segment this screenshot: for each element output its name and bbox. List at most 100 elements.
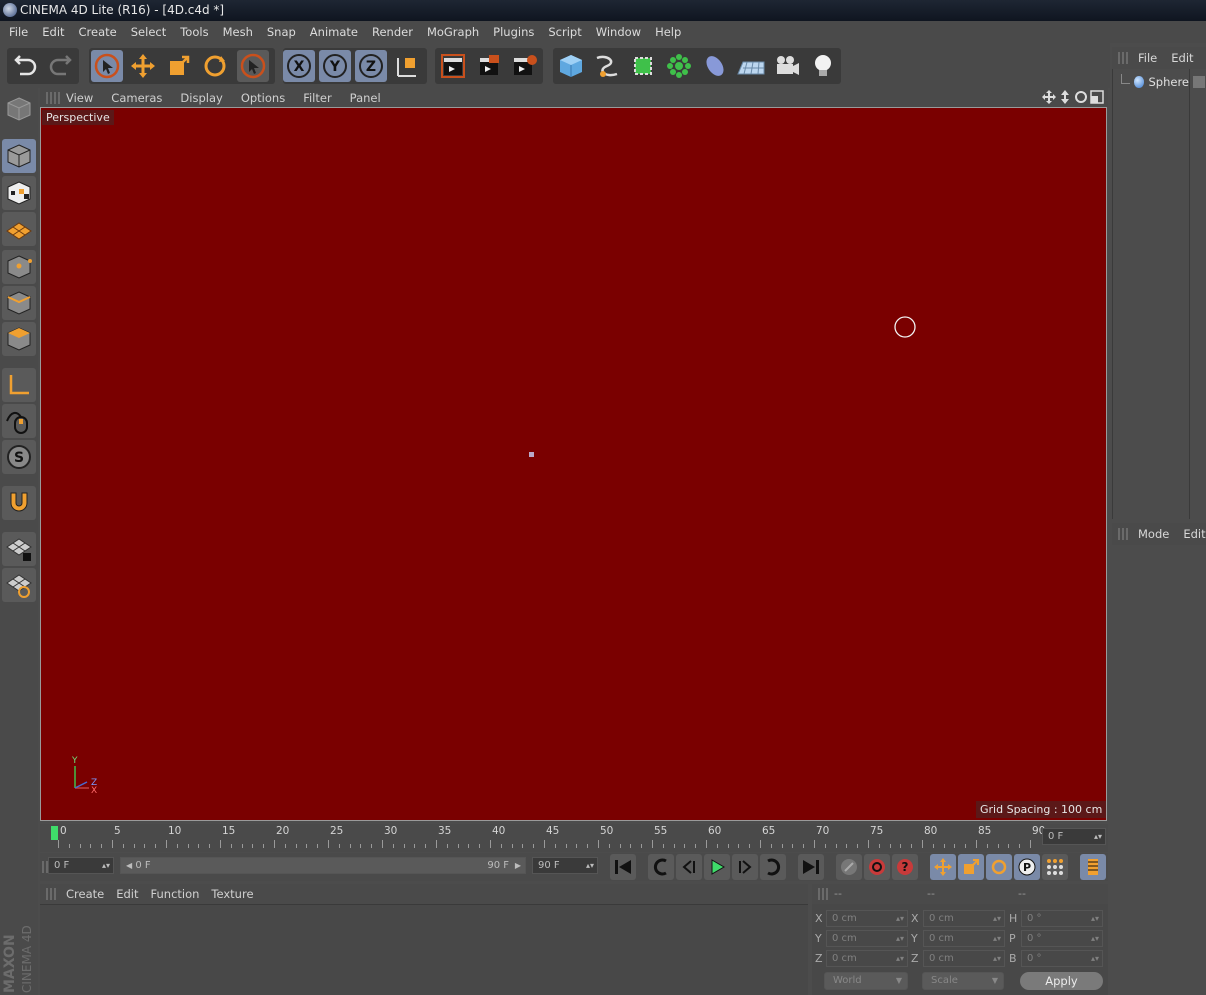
- menu-script[interactable]: Script: [548, 25, 588, 39]
- next-frame-button[interactable]: [732, 854, 758, 880]
- polygons-mode-button[interactable]: [2, 322, 36, 356]
- menu-render[interactable]: Render: [372, 25, 420, 39]
- snapping-button[interactable]: S: [2, 440, 36, 474]
- rotation-b-field[interactable]: 0 ° ▴▾: [1021, 950, 1103, 967]
- key-position-button[interactable]: [930, 854, 956, 880]
- subdivision-surface-button[interactable]: [627, 50, 659, 82]
- rotation-p-field[interactable]: 0 ° ▴▾: [1021, 930, 1103, 947]
- render-view-button[interactable]: [437, 50, 469, 82]
- rotate-tool-button[interactable]: [199, 50, 231, 82]
- viewport-menu-cameras[interactable]: Cameras: [111, 91, 162, 105]
- panel-grip[interactable]: [46, 91, 60, 104]
- coordinate-space-dropdown[interactable]: World ▼: [824, 972, 908, 990]
- current-frame-field[interactable]: 0 F ▴▾: [1042, 828, 1106, 845]
- object-menu-file[interactable]: File: [1138, 51, 1157, 65]
- menu-mesh[interactable]: Mesh: [223, 25, 260, 39]
- magnet-button[interactable]: [2, 486, 36, 520]
- planar-workplane-button[interactable]: [2, 568, 36, 602]
- cube-object-button[interactable]: [555, 50, 587, 82]
- make-editable-button[interactable]: [2, 92, 36, 126]
- texture-mode-button[interactable]: [2, 176, 36, 210]
- material-menu-edit[interactable]: Edit: [116, 887, 138, 901]
- locked-workplane-button[interactable]: [2, 532, 36, 566]
- next-key-button[interactable]: [760, 854, 786, 880]
- maximize-view-icon[interactable]: [1090, 90, 1104, 104]
- list-item[interactable]: Sphere: [1113, 73, 1189, 91]
- menu-plugins[interactable]: Plugins: [493, 25, 541, 39]
- position-z-field[interactable]: 0 cm ▴▾: [826, 950, 908, 967]
- size-y-field[interactable]: 0 cm ▴▾: [923, 930, 1005, 947]
- deformer-button[interactable]: [699, 50, 731, 82]
- menu-animate[interactable]: Animate: [310, 25, 365, 39]
- end-frame-field[interactable]: 90 F ▴▾: [532, 857, 598, 874]
- light-button[interactable]: [807, 50, 839, 82]
- coordinate-system-button[interactable]: [391, 50, 423, 82]
- play-forward-button[interactable]: [704, 854, 730, 880]
- camera-button[interactable]: [771, 50, 803, 82]
- size-x-field[interactable]: 0 cm ▴▾: [923, 910, 1005, 927]
- viewport-menu-display[interactable]: Display: [180, 91, 222, 105]
- key-pla-button[interactable]: [1042, 854, 1068, 880]
- attribute-menu-mode[interactable]: Mode: [1138, 527, 1169, 541]
- timeline-playhead[interactable]: [51, 826, 58, 840]
- previous-frame-button[interactable]: [676, 854, 702, 880]
- x-axis-button[interactable]: X: [283, 50, 315, 82]
- timeline-ruler[interactable]: 0 5 10 15 20 25 30 35 40 45 50 55 60 65 70 75 80 85 90 0 F…: [40, 824, 1108, 852]
- column-divider[interactable]: [1189, 69, 1190, 519]
- array-button[interactable]: [663, 50, 695, 82]
- menu-window[interactable]: Window: [596, 25, 648, 39]
- autokeying-button[interactable]: [864, 854, 890, 880]
- go-to-start-button[interactable]: [610, 854, 636, 880]
- orbit-icon[interactable]: [1074, 90, 1088, 104]
- menu-select[interactable]: Select: [131, 25, 173, 39]
- live-selection-button[interactable]: [91, 50, 123, 82]
- object-menu-edit[interactable]: Edit: [1171, 51, 1193, 65]
- menu-help[interactable]: Help: [655, 25, 688, 39]
- start-frame-field[interactable]: 0 F ▴▾: [48, 857, 114, 874]
- keyframe-selection-button[interactable]: ?: [892, 854, 918, 880]
- panel-grip[interactable]: [1118, 52, 1130, 64]
- apply-button[interactable]: Apply: [1020, 972, 1103, 990]
- material-menu-texture[interactable]: Texture: [211, 887, 253, 901]
- move-tool-button[interactable]: [127, 50, 159, 82]
- go-to-end-button[interactable]: [798, 854, 824, 880]
- selection-mode-button[interactable]: [237, 50, 269, 82]
- menu-snap[interactable]: Snap: [267, 25, 303, 39]
- position-y-field[interactable]: 0 cm ▴▾: [826, 930, 908, 947]
- render-region-button[interactable]: [473, 50, 505, 82]
- undo-button[interactable]: [10, 50, 42, 82]
- y-axis-button[interactable]: Y: [319, 50, 351, 82]
- panel-grip[interactable]: [818, 888, 830, 900]
- axis-mode-button[interactable]: [2, 368, 36, 402]
- material-menu-function[interactable]: Function: [151, 887, 200, 901]
- redo-button[interactable]: [44, 50, 76, 82]
- tweak-mode-button[interactable]: [2, 404, 36, 438]
- record-keys-button[interactable]: [836, 854, 862, 880]
- material-menu-create[interactable]: Create: [66, 887, 104, 901]
- previous-key-button[interactable]: [648, 854, 674, 880]
- rotation-h-field[interactable]: 0 ° ▴▾: [1021, 910, 1103, 927]
- panel-grip[interactable]: [46, 888, 58, 900]
- size-mode-dropdown[interactable]: Scale ▼: [922, 972, 1004, 990]
- points-mode-button[interactable]: [2, 250, 36, 284]
- menu-tools[interactable]: Tools: [180, 25, 215, 39]
- viewport-menu-view[interactable]: View: [66, 91, 93, 105]
- scale-tool-button[interactable]: [163, 50, 195, 82]
- panel-grip[interactable]: [1118, 528, 1130, 540]
- sphere-object-point[interactable]: [529, 452, 534, 457]
- render-tag-icon[interactable]: [1193, 76, 1205, 88]
- key-rotation-button[interactable]: [986, 854, 1012, 880]
- model-mode-button[interactable]: [2, 139, 36, 173]
- edges-mode-button[interactable]: [2, 286, 36, 320]
- render-settings-button[interactable]: [509, 50, 541, 82]
- viewport-menu-filter[interactable]: Filter: [303, 91, 331, 105]
- viewport-menu-options[interactable]: Options: [241, 91, 285, 105]
- material-manager-area[interactable]: [40, 904, 808, 995]
- viewport-menu-panel[interactable]: Panel: [350, 91, 381, 105]
- key-scale-button[interactable]: [958, 854, 984, 880]
- frame-range-slider[interactable]: ◀ 0 F 90 F ▶: [120, 857, 526, 874]
- menu-create[interactable]: Create: [79, 25, 124, 39]
- timeline-window-button[interactable]: [1080, 854, 1106, 880]
- zoom-icon[interactable]: [1058, 90, 1072, 104]
- perspective-viewport[interactable]: Y Z X: [40, 107, 1107, 821]
